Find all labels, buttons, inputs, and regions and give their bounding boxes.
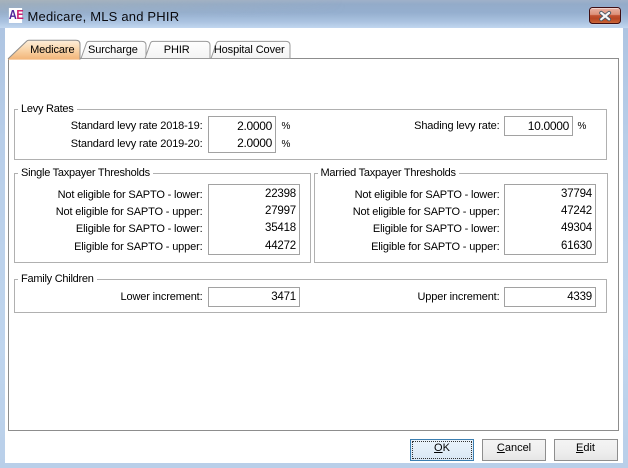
svg-text:Medicare: Medicare — [30, 44, 74, 56]
svg-text:Hospital Cover: Hospital Cover — [214, 44, 285, 56]
svg-text:Surcharge: Surcharge — [88, 44, 138, 56]
svg-text:PHIR: PHIR — [164, 44, 190, 56]
